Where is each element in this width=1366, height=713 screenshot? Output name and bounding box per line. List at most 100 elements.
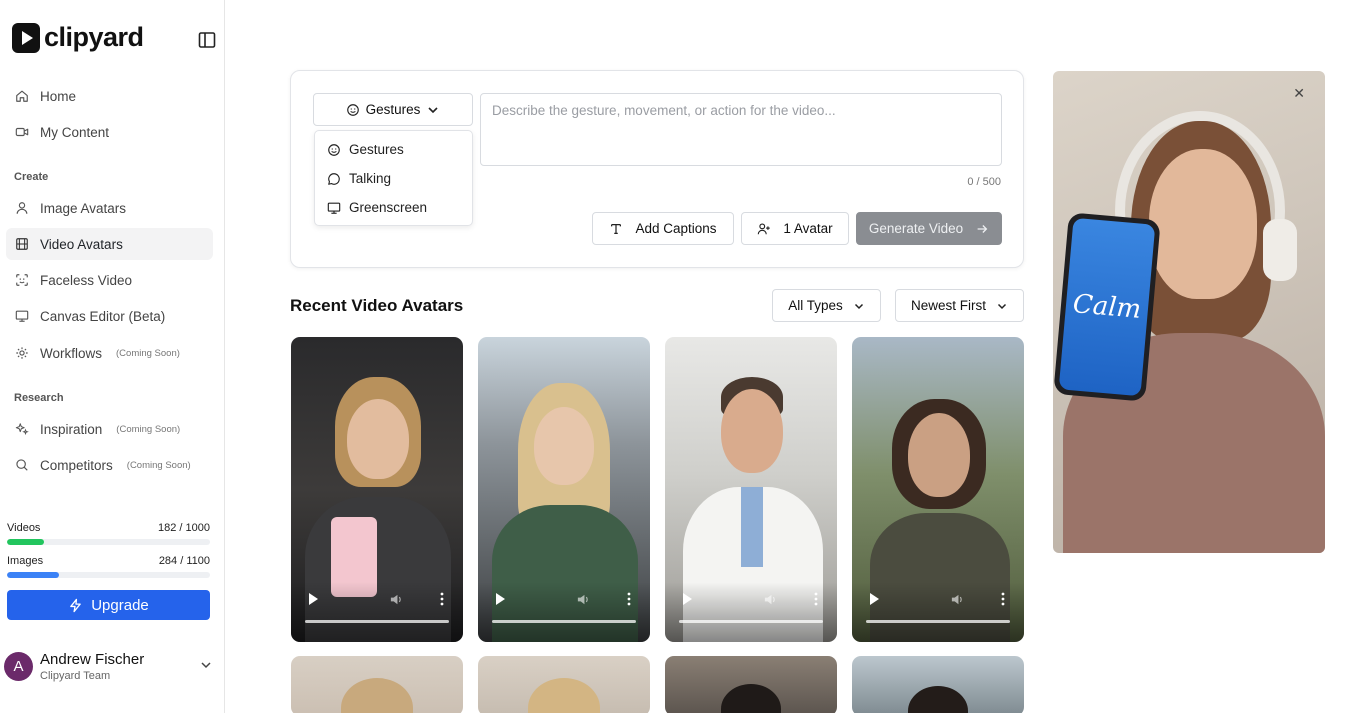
sidebar-item-image-avatars[interactable]: Image Avatars — [6, 192, 213, 224]
text-icon — [611, 223, 622, 234]
more-vertical-icon[interactable] — [1001, 592, 1005, 606]
gear-icon — [16, 347, 28, 359]
play-icon[interactable] — [683, 593, 692, 605]
smile-icon — [328, 143, 340, 156]
more-vertical-icon[interactable] — [627, 592, 631, 606]
video-card[interactable] — [852, 337, 1024, 642]
avatar-count-label: 1 Avatar — [783, 221, 833, 236]
play-icon[interactable] — [496, 593, 505, 605]
video-card[interactable] — [478, 337, 650, 642]
usage-value: 284 / 1100 — [158, 555, 210, 567]
avatar-preview[interactable]: Calm ✕ — [1053, 71, 1325, 553]
type-filter-value: All Types — [788, 298, 843, 313]
sidebar-item-competitors[interactable]: Competitors (Coming Soon) — [6, 449, 213, 481]
volume-icon[interactable] — [576, 592, 591, 607]
usage-images: Images 284 / 1100 — [7, 555, 210, 578]
home-icon — [16, 90, 28, 102]
sidebar-item-inspiration[interactable]: Inspiration (Coming Soon) — [6, 413, 213, 445]
smile-icon — [346, 103, 359, 116]
play-icon[interactable] — [870, 593, 879, 605]
sidebar-item-label: Video Avatars — [40, 236, 123, 252]
video-card[interactable] — [665, 656, 837, 713]
prompt-textarea[interactable] — [480, 93, 1002, 166]
sidebar-item-video-avatars[interactable]: Video Avatars — [6, 228, 213, 260]
brand-logo[interactable]: clipyard — [12, 22, 144, 53]
video-progress-track[interactable] — [305, 620, 449, 623]
generate-video-label: Generate Video — [868, 221, 964, 236]
sidebar-item-label: Image Avatars — [40, 200, 127, 216]
scan-face-icon — [16, 274, 28, 286]
chevron-down-icon[interactable] — [199, 658, 213, 672]
menu-item-label: Talking — [349, 171, 392, 186]
menu-item-greenscreen[interactable]: Greenscreen — [315, 193, 472, 222]
lightning-icon — [70, 598, 82, 612]
sidebar-item-my-content[interactable]: My Content — [6, 116, 213, 148]
more-vertical-icon[interactable] — [440, 592, 444, 606]
close-icon[interactable]: ✕ — [1293, 85, 1305, 102]
generate-video-button[interactable]: Generate Video — [856, 212, 1002, 245]
user-name: Andrew Fischer — [40, 650, 145, 668]
chevron-down-icon — [428, 106, 438, 113]
sidebar-item-canvas-editor[interactable]: Canvas Editor (Beta) — [6, 300, 213, 332]
upgrade-button[interactable]: Upgrade — [7, 590, 210, 620]
person-icon — [16, 202, 28, 214]
more-vertical-icon[interactable] — [814, 592, 818, 606]
volume-icon[interactable] — [389, 592, 404, 607]
calm-app-logo: Calm — [1058, 217, 1156, 397]
monitor-icon — [327, 202, 341, 214]
coming-soon-badge: (Coming Soon) — [116, 423, 181, 435]
video-progress-track[interactable] — [679, 620, 823, 623]
video-card[interactable] — [852, 656, 1024, 713]
sidebar-item-label: Faceless Video — [40, 272, 133, 288]
avatar-count-button[interactable]: 1 Avatar — [741, 212, 849, 245]
usage-bar-fill — [7, 572, 60, 578]
play-icon[interactable] — [309, 593, 318, 605]
video-progress-track[interactable] — [866, 620, 1010, 623]
add-captions-button[interactable]: Add Captions — [592, 212, 734, 245]
video-card[interactable] — [665, 337, 837, 642]
brand-name: clipyard — [44, 22, 144, 52]
monitor-icon — [15, 310, 29, 322]
sidebar-item-label: Home — [40, 88, 77, 104]
chevron-down-icon — [997, 303, 1007, 309]
user-team: Clipyard Team — [40, 669, 111, 682]
avatar: A — [4, 651, 33, 681]
type-select[interactable]: Gestures — [313, 93, 473, 126]
video-progress-track[interactable] — [492, 620, 636, 623]
sparkles-icon — [15, 423, 29, 436]
sidebar-toggle-icon[interactable] — [197, 30, 217, 50]
volume-icon[interactable] — [763, 592, 778, 607]
sidebar-item-label: Competitors — [40, 457, 113, 473]
search-icon — [16, 459, 28, 471]
sidebar-item-faceless-video[interactable]: Faceless Video — [6, 264, 213, 296]
sidebar-item-label: Workflows — [40, 345, 103, 361]
upgrade-label: Upgrade — [91, 596, 149, 614]
menu-item-gestures[interactable]: Gestures — [315, 135, 472, 164]
video-card[interactable] — [291, 337, 463, 642]
user-plus-icon — [758, 222, 771, 234]
clipyard-logo-icon — [12, 22, 40, 53]
usage-videos: Videos 182 / 1000 — [7, 522, 210, 545]
volume-icon[interactable] — [950, 592, 965, 607]
sidebar-item-home[interactable]: Home — [6, 80, 213, 112]
menu-item-label: Greenscreen — [349, 200, 428, 215]
usage-bar-fill — [7, 539, 44, 545]
section-label-research: Research — [14, 392, 64, 404]
usage-label: Images — [7, 555, 44, 567]
chevron-down-icon — [854, 303, 863, 309]
usage-bar — [7, 572, 210, 578]
video-card[interactable] — [478, 656, 650, 713]
arrow-right-icon — [977, 224, 988, 233]
video-composer: Gestures Gestures Talking Greenscreen 0 … — [290, 70, 1024, 268]
add-captions-label: Add Captions — [635, 221, 717, 236]
sort-select[interactable]: Newest First — [895, 289, 1024, 322]
sort-value: Newest First — [910, 298, 986, 313]
app-root: clipyard Home My Content Create Image Av… — [0, 0, 1366, 713]
menu-item-talking[interactable]: Talking — [315, 164, 472, 193]
message-circle-icon — [328, 172, 340, 185]
coming-soon-badge: (Coming Soon) — [126, 459, 191, 471]
sidebar-item-workflows[interactable]: Workflows (Coming Soon) — [6, 337, 213, 369]
user-menu[interactable]: A Andrew Fischer Clipyard Team — [4, 646, 219, 686]
type-filter-select[interactable]: All Types — [772, 289, 881, 322]
video-card[interactable] — [291, 656, 463, 713]
